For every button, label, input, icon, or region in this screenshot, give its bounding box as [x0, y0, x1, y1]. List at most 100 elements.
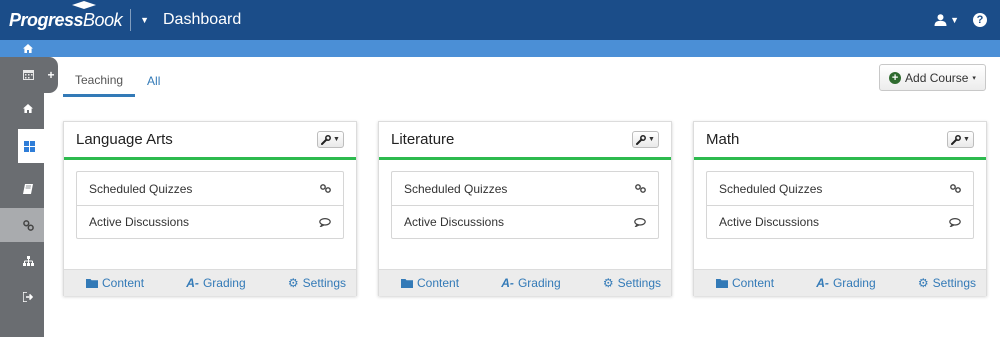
help-icon[interactable]: ? [973, 13, 987, 27]
user-icon [934, 14, 947, 26]
sidebar-item-links[interactable] [0, 208, 44, 242]
caret-down-icon: ▼ [963, 136, 970, 143]
plus-circle-icon: + [889, 71, 902, 84]
gear-icon: ⚙ [917, 276, 929, 290]
sidebar-item-library[interactable] [0, 172, 44, 206]
sidebar-item-calendar[interactable] [0, 57, 44, 91]
link-icon [320, 184, 331, 193]
sidebar [0, 57, 44, 337]
list-item-label: Scheduled Quizzes [404, 181, 508, 196]
content-label: Content [417, 276, 460, 290]
grid-icon [24, 140, 35, 152]
grade-icon: A- [501, 276, 514, 290]
list-item-label: Active Discussions [404, 215, 505, 229]
app-menu-caret-icon[interactable]: ▼ [140, 15, 149, 25]
page-title: Dashboard [163, 11, 242, 28]
course-tabs: Teaching All [63, 65, 172, 97]
course-card-header: Language Arts ▼ [64, 122, 356, 160]
content-link[interactable]: Content [716, 276, 774, 290]
grading-label: Grading [832, 276, 876, 290]
add-course-label: Add Course [905, 70, 969, 85]
sidebar-expand-tab[interactable]: + [44, 57, 58, 93]
course-title[interactable]: Language Arts [76, 131, 173, 148]
calendar-icon [23, 69, 34, 80]
caret-down-icon: ▼ [333, 136, 340, 143]
grading-label: Grading [517, 276, 561, 290]
course-tools-button[interactable]: ▼ [632, 131, 659, 148]
list-item-active-discussions[interactable]: Active Discussions [707, 205, 973, 238]
home-icon [23, 103, 33, 113]
course-card-footer: Content A- Grading ⚙ Settings [694, 269, 986, 296]
content-label: Content [102, 276, 145, 290]
course-card: Language Arts ▼ Scheduled Quizzes Active… [63, 121, 357, 296]
content-link[interactable]: Content [86, 276, 144, 290]
course-tools-button[interactable]: ▼ [947, 131, 974, 148]
wrench-icon [636, 134, 646, 145]
sidebar-item-dashboard[interactable] [18, 129, 44, 163]
comment-icon [949, 217, 961, 227]
caret-down-icon: ▾ [972, 74, 976, 82]
content-link[interactable]: Content [401, 276, 459, 290]
course-card-footer: Content A- Grading ⚙ Settings [379, 269, 671, 296]
comment-icon [634, 217, 646, 227]
course-tools-button[interactable]: ▼ [317, 131, 344, 148]
course-widget-list: Scheduled Quizzes Active Discussions [706, 171, 974, 239]
grade-icon: A- [816, 276, 829, 290]
settings-link[interactable]: ⚙ Settings [918, 276, 976, 290]
course-card-header: Math ▼ [694, 122, 986, 160]
logo-secondary: Book [83, 9, 123, 30]
grading-link[interactable]: A- Grading [501, 276, 560, 290]
breadcrumb [0, 40, 1000, 57]
logo-divider [130, 9, 132, 31]
grade-icon: A- [186, 276, 199, 290]
gear-icon: ⚙ [287, 276, 299, 290]
settings-label: Settings [302, 276, 346, 290]
settings-label: Settings [617, 276, 661, 290]
comment-icon [319, 217, 331, 227]
course-widget-list: Scheduled Quizzes Active Discussions [391, 171, 659, 239]
user-menu-button[interactable]: ▼ [934, 14, 959, 26]
home-icon[interactable] [23, 44, 33, 53]
list-item-label: Active Discussions [89, 215, 190, 229]
progressbook-logo[interactable]: ProgressBook [9, 0, 123, 31]
course-card-footer: Content A- Grading ⚙ Settings [64, 269, 356, 296]
folder-icon [86, 279, 98, 288]
course-title[interactable]: Literature [391, 131, 454, 148]
sidebar-item-hierarchy[interactable] [0, 244, 44, 278]
tab-all[interactable]: All [135, 65, 172, 97]
settings-link[interactable]: ⚙ Settings [603, 276, 661, 290]
sidebar-item-sign-out[interactable] [0, 280, 44, 314]
sidebar-item-home[interactable] [0, 91, 44, 125]
book-icon [23, 184, 33, 194]
add-course-button[interactable]: + Add Course ▾ [879, 64, 986, 91]
list-item-active-discussions[interactable]: Active Discussions [392, 205, 658, 238]
list-item-active-discussions[interactable]: Active Discussions [77, 205, 343, 238]
user-menu-caret-icon: ▼ [950, 15, 959, 25]
link-icon [635, 184, 646, 193]
wrench-icon [951, 134, 961, 145]
course-title[interactable]: Math [706, 131, 739, 148]
caret-down-icon: ▼ [648, 136, 655, 143]
folder-icon [401, 279, 413, 288]
graduation-cap-icon [72, 0, 96, 9]
tab-teaching[interactable]: Teaching [63, 65, 136, 97]
list-item-scheduled-quizzes[interactable]: Scheduled Quizzes [707, 172, 973, 205]
list-item-label: Scheduled Quizzes [89, 181, 193, 196]
list-item-scheduled-quizzes[interactable]: Scheduled Quizzes [77, 172, 343, 205]
course-widget-list: Scheduled Quizzes Active Discussions [76, 171, 344, 239]
link-icon [23, 219, 34, 231]
wrench-icon [321, 134, 331, 145]
settings-label: Settings [932, 276, 976, 290]
grading-link[interactable]: A- Grading [186, 276, 245, 290]
grading-link[interactable]: A- Grading [816, 276, 875, 290]
content-label: Content [732, 276, 775, 290]
grading-label: Grading [202, 276, 246, 290]
course-card-header: Literature ▼ [379, 122, 671, 160]
folder-icon [716, 279, 728, 288]
list-item-scheduled-quizzes[interactable]: Scheduled Quizzes [392, 172, 658, 205]
sign-out-icon [23, 292, 34, 302]
course-card: Literature ▼ Scheduled Quizzes Active Di… [378, 121, 672, 296]
settings-link[interactable]: ⚙ Settings [288, 276, 346, 290]
list-item-label: Active Discussions [719, 215, 820, 229]
logo-primary: Progress [9, 9, 84, 30]
